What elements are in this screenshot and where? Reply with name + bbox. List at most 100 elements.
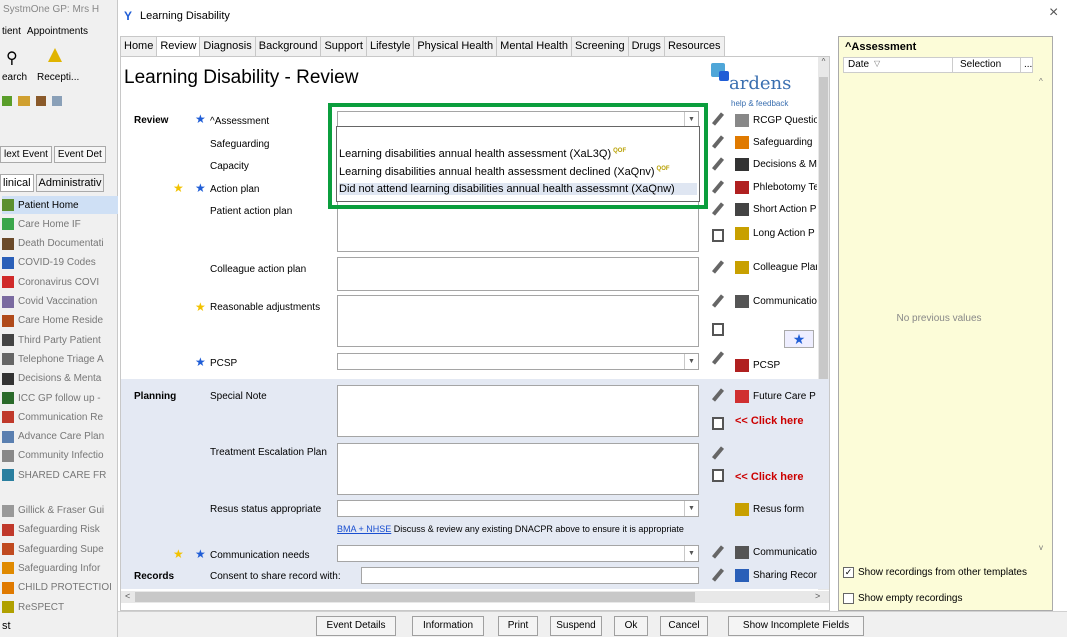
tab-clinical[interactable]: linical xyxy=(0,174,34,192)
tree-item[interactable]: Safeguarding Infor xyxy=(2,559,118,577)
tree-item[interactable]: CHILD PROTECTIOI xyxy=(2,579,118,597)
tree-item[interactable]: Safeguarding Supe xyxy=(2,540,118,558)
tree-item[interactable]: Advance Care Plan xyxy=(2,428,118,446)
tab-review[interactable]: Review xyxy=(156,36,201,57)
pencil-icon[interactable] xyxy=(709,566,727,584)
reception-icon[interactable] xyxy=(48,48,62,62)
print-button[interactable]: Print xyxy=(498,616,538,636)
search-label[interactable]: earch xyxy=(2,72,27,83)
tab-home[interactable]: Home xyxy=(120,36,158,56)
pencil-icon[interactable] xyxy=(709,349,727,367)
side-button-short-action[interactable]: Short Action P xyxy=(735,200,817,218)
checkbox-unchecked[interactable] xyxy=(843,593,854,604)
tree-item[interactable]: SHARED CARE FR xyxy=(2,466,118,484)
suspend-button[interactable]: Suspend xyxy=(550,616,602,636)
resus-status-combo[interactable]: ▼ xyxy=(337,500,699,517)
tab-mental-health[interactable]: Mental Health xyxy=(496,36,573,56)
side-button-safeguarding[interactable]: Safeguarding xyxy=(735,133,817,151)
tree-item[interactable]: Third Party Patient xyxy=(2,331,118,349)
tab-administrative[interactable]: Administrativ xyxy=(35,174,105,192)
edit-icon[interactable] xyxy=(36,96,46,106)
show-empty-option[interactable]: Show empty recordings xyxy=(843,593,963,604)
side-button-future-care[interactable]: Future Care P xyxy=(735,387,817,405)
pencil-icon[interactable] xyxy=(709,258,727,276)
col-selection[interactable]: Selection xyxy=(960,59,1001,70)
side-button-click-here2[interactable]: << Click here xyxy=(735,468,817,486)
scroll-up-icon[interactable]: ^ xyxy=(818,57,829,73)
tree-item[interactable]: Communication Re xyxy=(2,408,118,426)
side-button-communication1[interactable]: Communicatio xyxy=(735,292,817,310)
tab-drugs[interactable]: Drugs xyxy=(627,36,665,56)
tree-item[interactable]: Gillick & Fraser Gui xyxy=(2,502,118,520)
pencil-icon[interactable] xyxy=(709,133,727,151)
pencil-icon[interactable] xyxy=(709,386,727,404)
reasonable-adjustments-field[interactable] xyxy=(337,295,699,347)
pencil-icon[interactable] xyxy=(709,543,727,561)
tree-item[interactable]: COVID-19 Codes xyxy=(2,254,118,272)
pencil-icon[interactable] xyxy=(709,110,727,128)
tab-diagnosis[interactable]: Diagnosis xyxy=(199,36,256,56)
side-button-click-here1[interactable]: << Click here xyxy=(735,412,817,430)
bma-nhse-link[interactable]: BMA + NHSE xyxy=(337,524,391,534)
side-button-colleague-plan[interactable]: Colleague Plar xyxy=(735,258,817,276)
tree-item[interactable]: Community Infectio xyxy=(2,447,118,465)
reception-label[interactable]: Recepti... xyxy=(37,72,79,83)
menu-patient[interactable]: tient xyxy=(2,26,21,37)
show-other-templates-option[interactable]: ✓ Show recordings from other templates xyxy=(843,567,1027,578)
col-more-button[interactable]: ... xyxy=(1024,59,1032,70)
filter-icon[interactable]: ▽ xyxy=(874,59,880,68)
treatment-escalation-plan-field[interactable] xyxy=(337,443,699,495)
chevron-down-icon[interactable]: ▼ xyxy=(684,546,698,561)
pencil-icon[interactable] xyxy=(709,292,727,310)
tree-item[interactable]: ICC GP follow up - xyxy=(2,389,118,407)
tab-screening[interactable]: Screening xyxy=(571,36,629,56)
tick-icon[interactable] xyxy=(2,96,12,106)
tree-item[interactable]: Death Documentati xyxy=(2,235,118,253)
col-date[interactable]: Date xyxy=(848,59,869,70)
checkbox-checked[interactable]: ✓ xyxy=(843,567,854,578)
information-button[interactable]: Information xyxy=(412,616,484,636)
colleague-action-plan-field[interactable] xyxy=(337,257,699,291)
close-icon[interactable]: × xyxy=(1049,4,1058,22)
tree-item[interactable]: ReSPECT xyxy=(2,598,118,616)
side-button-rcgp[interactable]: RCGP Questio xyxy=(735,111,817,129)
menu-appointments[interactable]: Appointments xyxy=(27,26,88,37)
ok-button[interactable]: Ok xyxy=(614,616,648,636)
folder-icon[interactable] xyxy=(18,96,30,106)
new-document-icon[interactable] xyxy=(709,320,727,338)
side-button-phlebotomy[interactable]: Phlebotomy Te xyxy=(735,178,817,196)
cancel-button[interactable]: Cancel xyxy=(660,616,708,636)
tree-item[interactable]: Decisions & Menta xyxy=(2,370,118,388)
tree-item[interactable]: Patient Home xyxy=(2,196,118,214)
communication-needs-combo[interactable]: ▼ xyxy=(337,545,699,562)
consent-field[interactable] xyxy=(361,567,699,584)
chevron-down-icon[interactable]: ▼ xyxy=(684,354,698,369)
ardens-logo[interactable]: ardens help & feedback xyxy=(707,63,803,109)
form-hscrollbar[interactable]: < > xyxy=(121,591,829,603)
new-document-icon[interactable] xyxy=(709,414,727,432)
pencil-icon[interactable] xyxy=(709,178,727,196)
tools-icon[interactable] xyxy=(52,96,62,106)
pencil-icon[interactable] xyxy=(709,200,727,218)
hscroll-thumb[interactable] xyxy=(135,592,695,602)
tree-item[interactable]: Telephone Triage A xyxy=(2,350,118,368)
tab-physical-health[interactable]: Physical Health xyxy=(413,36,498,56)
tree-item[interactable]: Care Home Reside xyxy=(2,312,118,330)
scroll-up-icon[interactable]: ^ xyxy=(1039,77,1043,86)
tab-lifestyle[interactable]: Lifestyle xyxy=(365,36,415,56)
side-button-communication2[interactable]: Communicatio xyxy=(735,543,817,561)
side-button-decisions[interactable]: Decisions & M xyxy=(735,155,817,173)
tab-resources[interactable]: Resources xyxy=(663,36,725,56)
event-details-button-bg[interactable]: Event Det xyxy=(53,146,106,163)
tab-support[interactable]: Support xyxy=(320,36,367,56)
star-icon[interactable]: ★ xyxy=(784,330,814,348)
side-button-pcsp[interactable]: PCSP xyxy=(735,356,817,374)
scroll-left-icon[interactable]: < xyxy=(125,591,130,601)
event-details-button[interactable]: Event Details xyxy=(316,616,396,636)
chevron-down-icon[interactable]: ▼ xyxy=(684,501,698,516)
scroll-down-icon[interactable]: v xyxy=(1039,543,1043,552)
tab-background[interactable]: Background xyxy=(254,36,322,56)
pencil-icon[interactable] xyxy=(709,444,727,462)
side-button-sharing[interactable]: Sharing Recor xyxy=(735,566,817,584)
pencil-icon[interactable] xyxy=(709,155,727,173)
